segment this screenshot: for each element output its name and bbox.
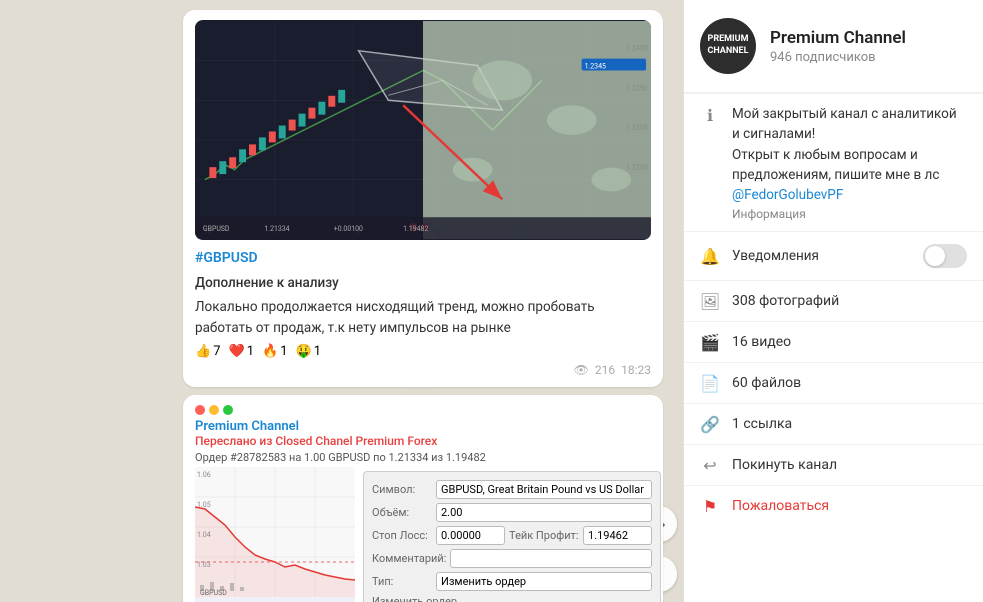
info-content: Мой закрытый канал с аналитикой и сигнал… bbox=[732, 104, 967, 221]
stoploss-label: Стоп Лосс: bbox=[372, 529, 432, 542]
sidebar-header: PREMIUM CHANNEL Premium Channel 946 подп… bbox=[684, 0, 983, 93]
comment-row: Комментарий: bbox=[372, 549, 652, 568]
report-row[interactable]: ⚑ Пожаловаться bbox=[684, 486, 983, 526]
svg-text:1.04: 1.04 bbox=[197, 531, 211, 539]
contact-link[interactable]: @FedorGolubevPF bbox=[732, 187, 843, 203]
hashtag: #GBPUSD bbox=[195, 248, 651, 269]
message-bubble-1: 1.2345 1.2400 1.2350 1.2300 1.2250 10 11… bbox=[183, 10, 663, 387]
info-tag: Информация bbox=[732, 207, 967, 221]
notifications-toggle[interactable] bbox=[923, 244, 967, 268]
links-row[interactable]: 🔗 1 ссылка bbox=[684, 404, 983, 444]
svg-text:1.2400: 1.2400 bbox=[626, 45, 647, 53]
type-row: Тип: Изменить ордер bbox=[372, 572, 652, 591]
chart-image: 1.2345 1.2400 1.2350 1.2300 1.2250 10 11… bbox=[195, 20, 651, 240]
subscribers-count: 946 подписчиков bbox=[770, 50, 906, 65]
files-label: 60 файлов bbox=[732, 375, 801, 391]
message-body: Локально продолжается нисходящий тренд, … bbox=[195, 297, 651, 338]
bottom-content: 1.06 1.05 1.04 1.03 GBPUSD bbox=[195, 467, 651, 602]
type-label: Тип: bbox=[372, 575, 432, 588]
comment-input[interactable] bbox=[450, 549, 652, 568]
channel-info: Premium Channel 946 подписчиков bbox=[770, 28, 906, 65]
report-icon: ⚑ bbox=[700, 496, 720, 516]
order-info: Ордер #28782583 на 1.00 GBPUSD по 1.2133… bbox=[195, 451, 651, 464]
stoploss-input[interactable]: 0.00000 bbox=[436, 526, 505, 545]
modify-label: Изменить ордер bbox=[372, 595, 457, 602]
sltp-row: Стоп Лосс: 0.00000 Тейк Профит: 1.19462 bbox=[372, 526, 652, 545]
links-label: 1 ссылка bbox=[732, 416, 792, 432]
reaction-money[interactable]: 🤑 1 bbox=[296, 344, 322, 359]
svg-text:GBPUSD: GBPUSD bbox=[200, 589, 227, 597]
symbol-label: Символ: bbox=[372, 483, 432, 496]
reactions: 👍 7 ❤️ 1 🔥 1 🤑 1 bbox=[195, 344, 651, 359]
info-row-description: ℹ Мой закрытый канал с аналитикой и сигн… bbox=[684, 94, 983, 231]
volume-label: Объём: bbox=[372, 506, 432, 519]
symbol-select[interactable]: GBPUSD, Great Britain Pound vs US Dollar bbox=[436, 480, 652, 499]
volume-input[interactable]: 2.00 bbox=[436, 503, 652, 522]
videos-label: 16 видео bbox=[732, 334, 791, 350]
message-meta-1: 👁 216 18:23 bbox=[195, 363, 651, 377]
chat-content: 1.2345 1.2400 1.2350 1.2300 1.2250 10 11… bbox=[0, 0, 683, 602]
leave-icon: ↩ bbox=[700, 455, 720, 475]
status-dots bbox=[195, 405, 651, 415]
svg-text:1.2250: 1.2250 bbox=[626, 164, 647, 172]
trade-form: Символ: GBPUSD, Great Britain Pound vs U… bbox=[363, 467, 661, 602]
report-label: Пожаловаться bbox=[732, 498, 829, 514]
description-text: Мой закрытый канал с аналитикой и сигнал… bbox=[732, 104, 967, 145]
takeprofit-input[interactable]: 1.19462 bbox=[583, 526, 652, 545]
forwarded-from-label: Переслано из Closed Chanel Premium Forex bbox=[195, 434, 651, 448]
leave-label: Покинуть канал bbox=[732, 457, 837, 473]
leave-row[interactable]: ↩ Покинуть канал bbox=[684, 445, 983, 485]
message-bubble-2: Premium Channel Переслано из Closed Chan… bbox=[183, 395, 663, 602]
bell-icon: 🔔 bbox=[700, 247, 720, 267]
notification-row: 🔔 Уведомления bbox=[684, 232, 983, 280]
symbol-row: Символ: GBPUSD, Great Britain Pound vs U… bbox=[372, 480, 652, 499]
views-count: 216 bbox=[595, 363, 615, 377]
info-icon: ℹ bbox=[700, 105, 720, 125]
svg-text:1.06: 1.06 bbox=[197, 471, 211, 479]
dot-red bbox=[195, 405, 205, 415]
notification-left: 🔔 Уведомления bbox=[700, 246, 819, 267]
svg-text:1.2300: 1.2300 bbox=[626, 124, 647, 132]
file-icon: 📄 bbox=[700, 373, 720, 393]
files-row[interactable]: 📄 60 файлов bbox=[684, 363, 983, 403]
dot-yellow bbox=[209, 405, 219, 415]
trade-form-box: Символ: GBPUSD, Great Britain Pound vs U… bbox=[363, 471, 661, 602]
svg-text:1.19482: 1.19482 bbox=[403, 225, 428, 233]
message-time: 18:23 bbox=[621, 363, 651, 377]
video-icon: 🎬 bbox=[700, 332, 720, 352]
views-icon: 👁 bbox=[574, 363, 589, 377]
svg-text:GBPUSD: GBPUSD bbox=[203, 225, 230, 233]
sidebar: PREMIUM CHANNEL Premium Channel 946 подп… bbox=[683, 0, 983, 602]
type-select[interactable]: Изменить ордер bbox=[436, 572, 652, 591]
channel-avatar: PREMIUM CHANNEL bbox=[700, 18, 756, 74]
reaction-thumbs[interactable]: 👍 7 bbox=[195, 344, 221, 359]
takeprofit-label: Тейк Профит: bbox=[509, 529, 579, 542]
videos-row[interactable]: 🎬 16 видео bbox=[684, 322, 983, 362]
svg-text:1.05: 1.05 bbox=[197, 501, 211, 509]
volume-row: Объём: 2.00 bbox=[372, 503, 652, 522]
dot-green bbox=[223, 405, 233, 415]
message-text-1: #GBPUSD Дополнение к анализу Локально пр… bbox=[195, 248, 651, 338]
photos-label: 308 фотографий bbox=[732, 293, 839, 309]
photos-row[interactable]: 🖼 308 фотографий bbox=[684, 281, 983, 321]
photo-icon: 🖼 bbox=[700, 291, 720, 311]
reaction-heart[interactable]: ❤️ 1 bbox=[229, 344, 255, 359]
notifications-label: Уведомления bbox=[732, 246, 819, 266]
modify-row: Изменить ордер bbox=[372, 595, 652, 602]
channel-name-heading: Premium Channel bbox=[770, 28, 906, 48]
chat-area: 👻 bbox=[0, 0, 683, 602]
svg-text:1.2350: 1.2350 bbox=[626, 84, 647, 92]
reaction-fire[interactable]: 🔥 1 bbox=[262, 344, 288, 359]
link-icon: 🔗 bbox=[700, 414, 720, 434]
svg-text:1.2345: 1.2345 bbox=[585, 63, 606, 71]
svg-text:+0.00100: +0.00100 bbox=[334, 225, 363, 233]
forwarded-channel-name: Premium Channel bbox=[195, 419, 651, 434]
mini-chart: 1.06 1.05 1.04 1.03 GBPUSD bbox=[195, 467, 355, 602]
svg-text:1.21334: 1.21334 bbox=[264, 225, 289, 233]
comment-label: Комментарий: bbox=[372, 552, 446, 565]
message-subtitle: Дополнение к анализу bbox=[195, 273, 651, 293]
description-text-2: Открыт к любым вопросам и предложениям, … bbox=[732, 145, 967, 206]
